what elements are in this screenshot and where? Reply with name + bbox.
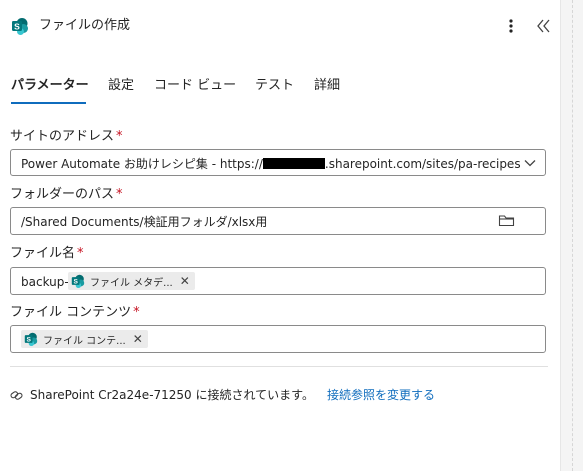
- dynamic-content-token[interactable]: S ファイル メタデ... ✕: [68, 272, 195, 290]
- tab-details[interactable]: 詳細: [314, 77, 340, 95]
- dynamic-content-token[interactable]: S ファイル コンテ... ✕: [21, 330, 148, 348]
- file-name-input[interactable]: backup- S ファイル メタデ... ✕: [10, 267, 546, 295]
- section-divider: [10, 366, 548, 367]
- site-address-value: Power Automate お助けレシピ集 - https:// .sharep…: [21, 156, 521, 172]
- svg-text:S: S: [26, 337, 31, 344]
- site-address-dropdown[interactable]: Power Automate お助けレシピ集 - https:// .sharep…: [10, 149, 546, 176]
- file-content-label: ファイル コンテンツ *: [10, 304, 140, 322]
- redaction-bar: [262, 158, 325, 169]
- token-remove-icon[interactable]: ✕: [133, 332, 143, 346]
- token-label: ファイル コンテ...: [43, 335, 126, 347]
- svg-text:S: S: [73, 279, 78, 286]
- file-name-label: ファイル名 *: [10, 245, 84, 263]
- site-address-label-text: サイトのアドレス: [10, 129, 115, 144]
- tab-settings[interactable]: 設定: [108, 77, 134, 95]
- tab-test[interactable]: テスト: [255, 77, 294, 95]
- folder-path-input[interactable]: /Shared Documents/検証用フォルダ/xlsx用: [10, 207, 546, 235]
- file-content-label-text: ファイル コンテンツ: [10, 305, 132, 320]
- action-config-panel: S ファイルの作成 パラメーター 設定 コード ビュー テスト 詳細 サイトのア…: [0, 0, 560, 471]
- chevron-down-icon[interactable]: [523, 156, 537, 170]
- required-mark: *: [116, 129, 123, 144]
- sharepoint-icon: S: [71, 274, 85, 288]
- site-address-label: サイトのアドレス *: [10, 128, 123, 146]
- canvas-edge: [560, 0, 583, 471]
- sharepoint-icon: S: [12, 18, 28, 35]
- double-chevron-left-icon[interactable]: [534, 15, 554, 37]
- tab-bar: パラメーター 設定 コード ビュー テスト 詳細: [0, 70, 560, 106]
- site-address-value-prefix: Power Automate お助けレシピ集 - https://: [21, 157, 263, 171]
- required-mark: *: [133, 305, 140, 320]
- panel-title: ファイルの作成: [39, 18, 131, 33]
- file-name-label-text: ファイル名: [10, 246, 76, 261]
- change-connection-link[interactable]: 接続参照を変更する: [327, 387, 435, 403]
- site-address-value-suffix: .sharepoint.com/sites/pa-recipes: [324, 157, 521, 171]
- token-remove-icon[interactable]: ✕: [180, 274, 190, 288]
- panel-header: S ファイルの作成: [0, 0, 560, 52]
- active-tab-indicator: [11, 102, 86, 104]
- required-mark: *: [77, 246, 84, 261]
- folder-icon[interactable]: [498, 213, 515, 228]
- sharepoint-icon: S: [24, 332, 38, 346]
- folder-path-label-text: フォルダーのパス: [10, 187, 115, 202]
- required-mark: *: [116, 187, 123, 202]
- tab-code-view[interactable]: コード ビュー: [154, 77, 236, 95]
- file-content-input[interactable]: S ファイル コンテ... ✕: [10, 325, 546, 353]
- file-name-prefix-text: backup-: [21, 275, 69, 289]
- link-icon: [10, 391, 23, 400]
- folder-path-label: フォルダーのパス *: [10, 186, 123, 204]
- svg-text:S: S: [14, 21, 20, 31]
- tab-parameters[interactable]: パラメーター: [11, 77, 89, 95]
- canvas-guide-line: [572, 0, 573, 471]
- token-label: ファイル メタデ...: [90, 277, 173, 289]
- connection-status-text: SharePoint Cr2a24e-71250 に接続されています。: [30, 388, 314, 402]
- more-vertical-icon[interactable]: [503, 15, 519, 37]
- folder-path-value: /Shared Documents/検証用フォルダ/xlsx用: [21, 215, 268, 229]
